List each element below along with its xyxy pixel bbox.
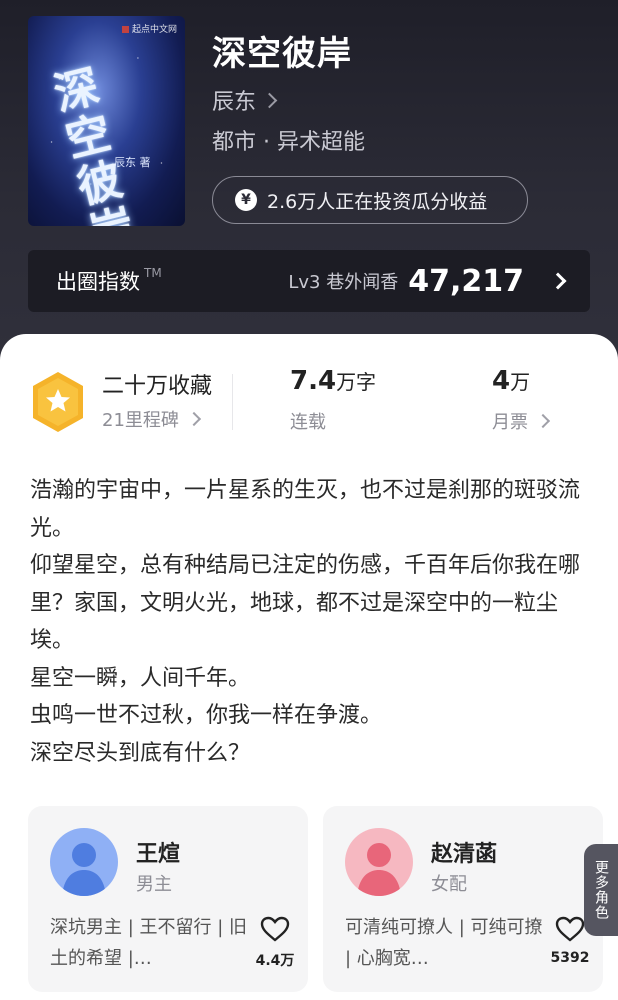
book-cover[interactable]: 起点中文网 深空彼岸 辰东 著	[28, 16, 185, 226]
invest-button[interactable]: ¥ 2.6万人正在投资瓜分收益	[212, 176, 528, 224]
more-roles-button[interactable]: 更多角色	[584, 844, 618, 936]
serial-status: 连载	[290, 412, 326, 433]
index-value: 47,217	[408, 263, 524, 299]
stats-row: 二十万收藏 21里程碑 7.4万字 连载 4万 月票	[0, 334, 618, 444]
milestone-badge-icon	[33, 372, 83, 432]
milestone-link[interactable]: 21里程碑	[102, 406, 201, 432]
role-tags: 深坑男主 | 王不留行 | 旧土的希望 |…	[50, 917, 248, 969]
book-genre: 都市 · 异术超能	[212, 130, 365, 155]
word-count: 7.4万字	[290, 366, 377, 396]
description-line: 浩瀚的宇宙中，一片星系的生灭，也不过是刹那的斑驳流光。	[30, 478, 581, 541]
role-like-button[interactable]: 4.4万	[250, 916, 300, 970]
collect-count: 二十万收藏	[102, 374, 213, 399]
trademark-mark: TM	[144, 266, 162, 280]
description-line: 虫鸣一世不过秋，你我一样在争渡。	[30, 703, 383, 728]
index-label: 出圈指数 TM	[56, 266, 162, 294]
monthly-votes-count: 4万	[492, 366, 531, 396]
monthly-votes-label: 月票	[492, 412, 528, 433]
book-description[interactable]: 浩瀚的宇宙中，一片星系的生灭，也不过是刹那的斑驳流光。 仰望星空，总有种结局已注…	[30, 472, 590, 772]
heart-icon	[555, 916, 585, 942]
chevron-right-icon	[261, 92, 278, 108]
avatar	[345, 828, 413, 896]
avatar	[50, 828, 118, 896]
role-type: 男主	[136, 874, 172, 895]
book-detail-card: 二十万收藏 21里程碑 7.4万字 连载 4万 月票 浩瀚的宇宙中，一片星系的生…	[0, 334, 618, 1000]
cover-brand: 起点中文网	[122, 22, 177, 35]
chevron-right-icon	[535, 413, 551, 429]
like-count: 4.4万	[255, 953, 295, 969]
role-name: 王煊	[136, 842, 181, 867]
monthly-votes-link[interactable]: 月票	[492, 408, 551, 434]
role-type: 女配	[431, 874, 467, 895]
description-line: 仰望星空，总有种结局已注定的伤感，千百年后你我在哪里？家国，文明火光，地球，都不…	[30, 553, 581, 653]
role-name: 赵清菡	[431, 842, 498, 867]
index-level: Lv3 巷外闻香	[288, 272, 399, 293]
chevron-right-icon	[549, 272, 567, 290]
book-header: 起点中文网 深空彼岸 辰东 著 深空彼岸 辰东 都市 · 异术超能 ¥ 2.6万…	[0, 0, 618, 360]
book-title: 深空彼岸	[212, 34, 352, 74]
invest-text: 2.6万人正在投资瓜分收益	[267, 190, 488, 213]
yen-icon: ¥	[235, 189, 257, 211]
role-card-wang-xuan[interactable]: 王煊 男主 深坑男主 | 王不留行 | 旧土的希望 |… 4.4万	[28, 806, 308, 992]
author-name: 辰东	[212, 90, 257, 115]
role-tags: 可清纯可撩人 | 可纯可撩 | 心胸宽…	[345, 917, 543, 969]
popularity-index-bar[interactable]: 出圈指数 TM Lv3 巷外闻香 47,217	[28, 250, 590, 312]
like-count: 5392	[550, 950, 590, 966]
milestone-label: 21里程碑	[102, 410, 179, 431]
heart-icon	[260, 916, 290, 942]
author-link[interactable]: 辰东	[212, 84, 278, 116]
description-line: 深空尽头到底有什么？	[30, 740, 251, 766]
description-line: 星空一瞬，人间千年。	[30, 665, 251, 691]
chevron-right-icon	[186, 411, 201, 427]
stats-divider	[232, 374, 233, 430]
cover-author-tag: 辰东 著	[114, 156, 151, 169]
role-card-zhao-qinghan[interactable]: 赵清菡 女配 可清纯可撩人 | 可纯可撩 | 心胸宽… 5392	[323, 806, 603, 992]
